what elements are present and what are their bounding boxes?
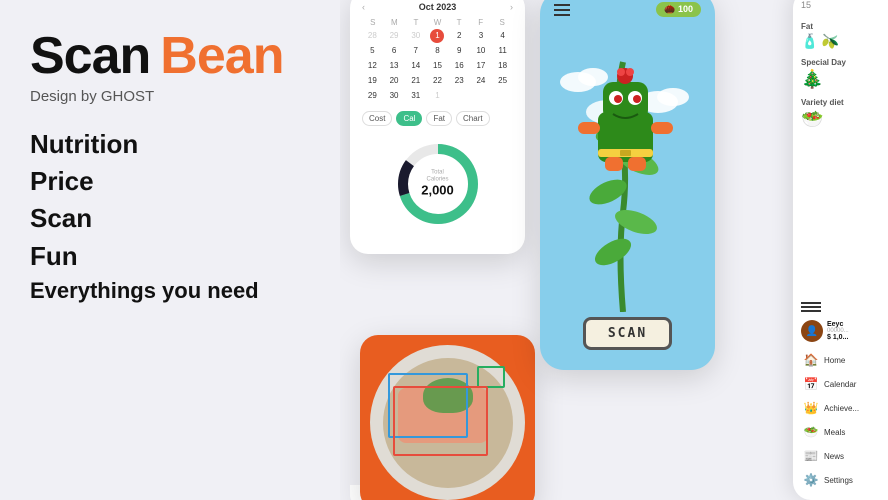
tab-fat[interactable]: Fat: [426, 111, 452, 126]
nav-achieve[interactable]: 👑 Achieve...: [801, 396, 880, 420]
user-row: 👤 Eeyc 00000... $ 1,0...: [801, 320, 880, 342]
title-row: Scan Bean: [30, 30, 310, 82]
coin-icon: 🌰: [664, 4, 675, 14]
cal-days-header: S M T W T F S: [362, 18, 513, 27]
user-info: Eeyc 00000... $ 1,0...: [827, 321, 849, 341]
features-list: Nutrition Price Scan Fun Everythings you…: [30, 129, 310, 304]
sidebar-categories: 15 Fat 🧴 🫒 Special Day 🎄 Variety diet 🥗: [801, 0, 880, 130]
detection-box-green: [477, 366, 505, 388]
tab-cal[interactable]: Cal: [396, 111, 422, 126]
left-panel: Scan Bean Design by GHOST Nutrition Pric…: [0, 0, 340, 500]
calendar-header: ‹ Oct 2023 ›: [362, 2, 513, 12]
feature-scan: Scan: [30, 203, 310, 234]
donut-chart-container: Total Calories 2,000: [362, 134, 513, 234]
donut-value: 2,000: [421, 184, 454, 198]
home-icon: 🏠: [803, 352, 819, 368]
donut-total-label: Total: [421, 170, 454, 177]
news-icon: 📰: [803, 448, 819, 464]
avatar: 👤: [801, 320, 823, 342]
user-balance: $ 1,0...: [827, 334, 849, 341]
scan-button[interactable]: SCAN: [583, 317, 672, 350]
feature-nutrition: Nutrition: [30, 129, 310, 160]
donut-center-label: Total Calories 2,000: [421, 170, 454, 199]
bean-top-bar: 🌰 100: [540, 2, 715, 17]
nav-settings[interactable]: ⚙️ Settings: [801, 468, 880, 492]
tab-cost[interactable]: Cost: [362, 111, 392, 126]
coin-badge: 🌰 100: [656, 2, 701, 17]
coin-value: 100: [678, 4, 693, 14]
sidebar-variety-item: Variety diet 🥗: [801, 98, 880, 130]
subtitle: Design by GHOST: [30, 88, 310, 105]
special-label: Special Day: [801, 58, 846, 67]
feature-fun: Fun: [30, 241, 310, 272]
calendar-icon: 📅: [803, 376, 819, 392]
calendar-grid: 28 29 30 1 2 3 4 5 6 7 8 9 10 11 12 13 1…: [362, 29, 513, 103]
feature-price: Price: [30, 166, 310, 197]
nav-calendar-label: Calendar: [824, 380, 856, 389]
phone-card-sidebar: 15 Fat 🧴 🫒 Special Day 🎄 Variety diet 🥗: [793, 0, 888, 500]
nav-news-label: News: [824, 452, 844, 461]
nav-meals[interactable]: 🥗 Meals: [801, 420, 880, 444]
user-name: Eeyc: [827, 321, 849, 328]
nav-meals-label: Meals: [824, 428, 845, 437]
settings-icon: ⚙️: [803, 472, 819, 488]
detection-box-red: [393, 386, 488, 456]
phone-card-nutrition: ‹ Oct 2023 › S M T W T F S 28 29 30 1 2 …: [350, 0, 525, 254]
beanstalk-illustration: [558, 52, 698, 312]
phone-card-beanstalk: 🌰 100: [540, 0, 715, 370]
nav-calendar[interactable]: 📅 Calendar: [801, 372, 880, 396]
sidebar-special-item: Special Day 🎄: [801, 58, 880, 90]
title-bean: Bean: [160, 30, 283, 82]
phone-card-scan-wrapper: Total: $ 120.00: [350, 485, 525, 500]
title-scan: Scan: [30, 30, 150, 82]
beanstalk-area: [558, 0, 698, 317]
sidebar-bottom: 👤 Eeyc 00000... $ 1,0... 🏠 Home 📅 Calend…: [793, 294, 888, 500]
cal-month: Oct 2023: [419, 2, 457, 12]
right-panel: ‹ Oct 2023 › S M T W T F S 28 29 30 1 2 …: [340, 0, 888, 500]
sidebar-fat-item: Fat 🧴 🫒: [801, 22, 880, 50]
nutrition-tabs: Cost Cal Fat Chart: [362, 111, 513, 126]
hamburger-side-icon[interactable]: [801, 302, 880, 312]
phone-card-scan: [360, 335, 535, 500]
nav-achieve-label: Achieve...: [824, 404, 859, 413]
fat-label: Fat: [801, 22, 813, 31]
meals-icon: 🥗: [803, 424, 819, 440]
cal-prev[interactable]: ‹: [362, 2, 365, 12]
plate-food: [383, 358, 513, 488]
tab-chart[interactable]: Chart: [456, 111, 490, 126]
hamburger-icon[interactable]: [554, 4, 570, 16]
donut-wrap: Total Calories 2,000: [388, 134, 488, 234]
nav-news[interactable]: 📰 News: [801, 444, 880, 468]
feature-everything: Everythings you need: [30, 278, 310, 304]
nav-settings-label: Settings: [824, 476, 853, 485]
variety-label: Variety diet: [801, 98, 844, 107]
nav-home-label: Home: [824, 356, 845, 365]
nav-home[interactable]: 🏠 Home: [801, 348, 880, 372]
cal-next[interactable]: ›: [510, 2, 513, 12]
achieve-icon: 👑: [803, 400, 819, 416]
